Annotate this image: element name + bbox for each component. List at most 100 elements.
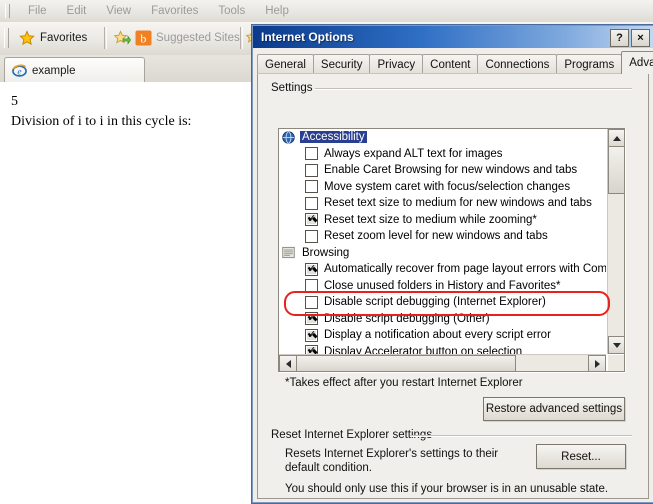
menu-bar-grip[interactable] — [5, 4, 10, 18]
browsing-icon — [282, 246, 295, 259]
settings-option-row[interactable]: Reset zoom level for new windows and tab… — [279, 228, 606, 245]
settings-option-row[interactable]: Enable Caret Browsing for new windows an… — [279, 162, 606, 179]
advanced-tab-panel: Settings Accessibility Always expand ALT … — [257, 73, 649, 499]
tab-privacy[interactable]: Privacy — [369, 54, 424, 74]
checkbox-unchecked-icon[interactable] — [305, 279, 318, 293]
settings-horizontal-scrollbar[interactable] — [279, 354, 606, 371]
tab-advanced[interactable]: Advanced — [621, 51, 653, 74]
scrollbar-corner — [608, 355, 624, 371]
menu-item-file[interactable]: File — [18, 3, 57, 19]
settings-option-row[interactable]: ✓ Display Accelerator button on selection — [279, 344, 606, 354]
toolbar-separator-2 — [240, 27, 243, 49]
settings-group-label: Settings — [268, 82, 316, 94]
reset-warning: You should only use this if your browser… — [285, 483, 609, 495]
tab-security[interactable]: Security — [312, 54, 371, 74]
settings-option-row[interactable]: Move system caret with focus/selection c… — [279, 179, 606, 196]
settings-option-row[interactable]: Reset text size to medium for new window… — [279, 195, 606, 212]
arrow-down-icon — [613, 342, 621, 348]
checkbox-checked-icon[interactable]: ✓ — [305, 328, 318, 342]
settings-option-label: Always expand ALT text for images — [324, 147, 503, 160]
svg-text:e: e — [17, 67, 21, 77]
settings-option-label: Reset text size to medium for new window… — [324, 197, 592, 210]
checkbox-checked-icon[interactable]: ✓ — [305, 312, 318, 326]
dialog-tab-row: General Security Privacy Content Connections… — [257, 51, 653, 74]
suggested-sites-button[interactable]: b Suggested Sites — [113, 26, 253, 50]
settings-group-line — [315, 88, 632, 90]
menu-item-list: File Edit View Favorites Tools Help — [18, 0, 299, 22]
tab-connections[interactable]: Connections — [477, 54, 558, 74]
scroll-right-button[interactable] — [588, 355, 606, 371]
arrow-left-icon — [285, 360, 291, 368]
reset-button-label: Reset... — [561, 450, 601, 463]
settings-option-row[interactable]: ✓ Display a notification about every scri… — [279, 327, 606, 344]
help-button[interactable]: ? — [610, 29, 629, 47]
checkbox-checked-icon[interactable]: ✓ — [305, 213, 318, 227]
checkbox-unchecked-icon[interactable] — [305, 147, 318, 161]
screen: File Edit View Favorites Tools Help Favorites — [0, 0, 653, 504]
page-text-line-1: 5 — [11, 94, 18, 109]
checkbox-unchecked-icon[interactable] — [305, 196, 318, 210]
toolbar-separator — [104, 27, 107, 49]
menu-item-tools[interactable]: Tools — [208, 3, 255, 19]
settings-category-label: Browsing — [302, 246, 350, 259]
star-icon — [19, 30, 35, 46]
restore-advanced-settings-button[interactable]: Restore advanced settings — [483, 397, 625, 421]
settings-option-row[interactable]: ✓ Disable script debugging (Other) — [279, 311, 606, 328]
menu-item-view[interactable]: View — [96, 3, 141, 19]
settings-option-label: Move system caret with focus/selection c… — [324, 180, 571, 193]
advanced-settings-list[interactable]: Accessibility Always expand ALT text for … — [278, 128, 625, 372]
internet-options-dialog: Internet Options ? × General Security Priv… — [251, 24, 653, 504]
favorites-button[interactable]: Favorites — [13, 26, 93, 50]
checkbox-unchecked-icon[interactable] — [305, 180, 318, 194]
page-content-area: 5 Division of i to i in this cycle is: — [0, 82, 252, 502]
settings-category-browsing[interactable]: Browsing — [279, 245, 606, 262]
menu-item-help[interactable]: Help — [255, 3, 299, 19]
browser-tab-example[interactable]: e example — [4, 57, 145, 83]
settings-category-label: Accessibility — [300, 131, 367, 144]
vertical-scroll-thumb[interactable] — [608, 146, 624, 194]
checkbox-unchecked-icon[interactable] — [305, 295, 318, 309]
scroll-left-button[interactable] — [279, 355, 297, 371]
settings-option-row[interactable]: Disable script debugging (Internet Explo… — [279, 294, 606, 311]
internet-explorer-icon: e — [12, 63, 27, 78]
settings-category-accessibility[interactable]: Accessibility — [279, 129, 606, 146]
menu-item-edit[interactable]: Edit — [57, 3, 97, 19]
add-to-favorites-icon — [113, 30, 131, 46]
scroll-up-button[interactable] — [608, 129, 624, 147]
tab-content[interactable]: Content — [422, 54, 479, 74]
checkbox-checked-icon[interactable]: ✓ — [305, 345, 318, 354]
menu-item-favorites[interactable]: Favorites — [141, 3, 208, 19]
settings-option-row[interactable]: ✓ Automatically recover from page layout … — [279, 261, 606, 278]
horizontal-scroll-thumb[interactable] — [296, 355, 516, 371]
settings-option-row[interactable]: ✓ Reset text size to medium while zooming… — [279, 212, 606, 229]
reset-button[interactable]: Reset... — [536, 444, 626, 469]
tab-general[interactable]: General — [257, 54, 314, 74]
checkbox-checked-icon[interactable]: ✓ — [305, 262, 318, 276]
svg-text:b: b — [140, 31, 146, 45]
settings-option-label: Reset zoom level for new windows and tab… — [324, 230, 548, 243]
browser-menu-bar: File Edit View Favorites Tools Help — [0, 0, 653, 23]
checkbox-unchecked-icon[interactable] — [305, 163, 318, 177]
settings-option-label: Disable script debugging (Other) — [324, 312, 490, 325]
settings-vertical-scrollbar[interactable] — [607, 129, 624, 354]
toolbar-grip[interactable] — [4, 28, 9, 48]
title-bar-buttons: ? × — [610, 29, 650, 47]
close-icon[interactable]: × — [631, 29, 650, 47]
browser-tab-label: example — [32, 64, 76, 77]
tab-programs[interactable]: Programs — [556, 54, 623, 74]
dialog-title-bar[interactable]: Internet Options ? × — [253, 26, 653, 48]
checkbox-unchecked-icon[interactable] — [305, 229, 318, 243]
favorites-button-label: Favorites — [40, 32, 88, 44]
settings-option-row[interactable]: Close unused folders in History and Favo… — [279, 278, 606, 295]
page-text-line-2: Division of i to i in this cycle is: — [11, 114, 192, 129]
suggested-sites-label: Suggested Sites — [156, 32, 240, 44]
dialog-title: Internet Options — [261, 30, 354, 44]
settings-option-label: Enable Caret Browsing for new windows an… — [324, 164, 578, 177]
scroll-down-button[interactable] — [608, 336, 624, 354]
settings-rows: Accessibility Always expand ALT text for … — [279, 129, 606, 354]
settings-option-label: Close unused folders in History and Favo… — [324, 279, 561, 292]
settings-option-label: Automatically recover from page layout e… — [324, 263, 606, 276]
restore-advanced-settings-label: Restore advanced settings — [485, 403, 623, 415]
settings-option-row[interactable]: Always expand ALT text for images — [279, 146, 606, 163]
settings-option-label: Reset text size to medium while zooming* — [324, 213, 537, 226]
